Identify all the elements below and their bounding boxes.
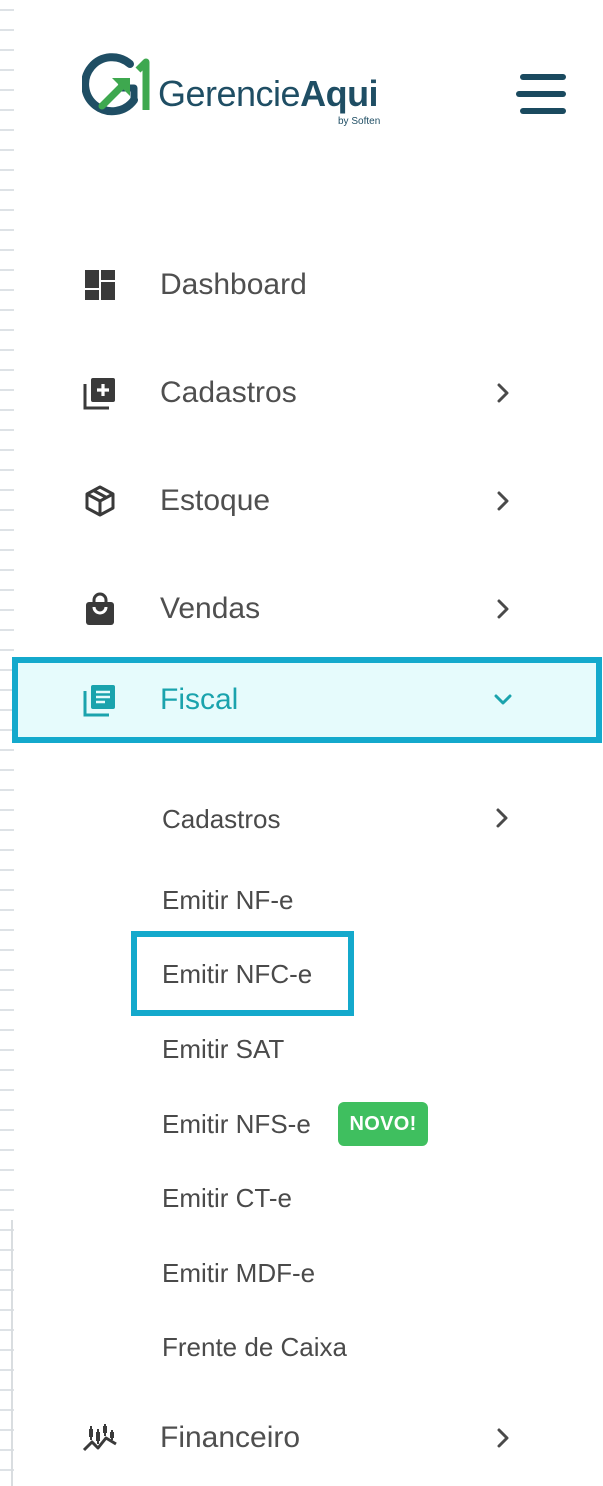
nav-label-fiscal: Fiscal bbox=[160, 683, 239, 716]
dashboard-icon bbox=[85, 270, 115, 300]
chevron-right-icon bbox=[497, 491, 509, 511]
brand-name: GerencieAqui bbox=[158, 73, 379, 114]
sidebar-page: GerencieAqui by Soften Dashboard Cadastr… bbox=[0, 0, 603, 1486]
brand-tagline: by Soften bbox=[338, 116, 381, 127]
chevron-right-icon bbox=[496, 808, 508, 828]
submenu-item-emitir-nfse[interactable]: Emitir NFS-e bbox=[162, 1102, 311, 1146]
submenu-item-frente-de-caixa[interactable]: Frente de Caixa bbox=[162, 1325, 347, 1369]
submenu-item-emitir-sat[interactable]: Emitir SAT bbox=[162, 1027, 284, 1071]
nav-item-vendas[interactable]: Vendas bbox=[14, 569, 600, 649]
nav-item-fiscal[interactable]: Fiscal bbox=[12, 657, 602, 743]
nav-label-estoque: Estoque bbox=[160, 484, 271, 517]
submenu-label-emitir-nfce: Emitir NFC-e bbox=[162, 959, 313, 989]
g1-logo-icon bbox=[82, 53, 150, 116]
nav-item-financeiro[interactable]: Financeiro bbox=[14, 1398, 600, 1478]
chevron-right-icon bbox=[497, 383, 509, 403]
submenu-label-emitir-sat: Emitir SAT bbox=[162, 1034, 285, 1064]
submenu-label-emitir-mdfe: Emitir MDF-e bbox=[162, 1258, 316, 1288]
nav-label-financeiro: Financeiro bbox=[160, 1421, 301, 1454]
package-icon bbox=[85, 485, 115, 517]
nav-label-dashboard: Dashboard bbox=[160, 268, 307, 301]
new-badge: NOVO! bbox=[338, 1102, 428, 1146]
chevron-right-icon bbox=[497, 1428, 509, 1448]
brand-name-regular: Gerencie bbox=[158, 73, 301, 114]
submenu-label-emitir-cte: Emitir CT-e bbox=[162, 1183, 292, 1213]
nav-item-estoque[interactable]: Estoque bbox=[14, 461, 600, 541]
submenu-label-emitir-nfse: Emitir NFS-e bbox=[162, 1109, 311, 1139]
nav-item-cadastros[interactable]: Cadastros bbox=[14, 353, 600, 433]
nav-label-vendas: Vendas bbox=[160, 592, 261, 625]
submenu-item-emitir-cte[interactable]: Emitir CT-e bbox=[162, 1176, 292, 1220]
submenu-item-emitir-nfe[interactable]: Emitir NF-e bbox=[162, 878, 293, 922]
hamburger-icon[interactable] bbox=[516, 74, 566, 114]
submenu-item-cadastros[interactable]: Cadastros bbox=[162, 797, 532, 841]
submenu-label-emitir-nfe: Emitir NF-e bbox=[162, 885, 294, 915]
nav-label-cadastros: Cadastros bbox=[160, 376, 297, 409]
submenu-label-frente-de-caixa: Frente de Caixa bbox=[162, 1332, 347, 1362]
submenu-item-emitir-mdfe[interactable]: Emitir MDF-e bbox=[162, 1251, 315, 1295]
brand-logo[interactable]: GerencieAqui by Soften bbox=[82, 52, 412, 134]
submenu-item-emitir-nfce[interactable]: Emitir NFC-e bbox=[162, 952, 312, 996]
shopping-bag-icon bbox=[86, 592, 114, 625]
candlestick-chart-icon bbox=[82, 1424, 117, 1452]
chevron-down-icon bbox=[494, 694, 512, 705]
left-edge-line bbox=[11, 1220, 13, 1486]
library-books-icon bbox=[83, 685, 115, 717]
submenu-label-cadastros: Cadastros bbox=[162, 804, 281, 834]
brand-name-bold: Aqui bbox=[300, 73, 379, 114]
add-box-icon bbox=[83, 378, 115, 410]
nav-item-dashboard[interactable]: Dashboard bbox=[14, 245, 600, 325]
chevron-right-icon bbox=[497, 599, 509, 619]
